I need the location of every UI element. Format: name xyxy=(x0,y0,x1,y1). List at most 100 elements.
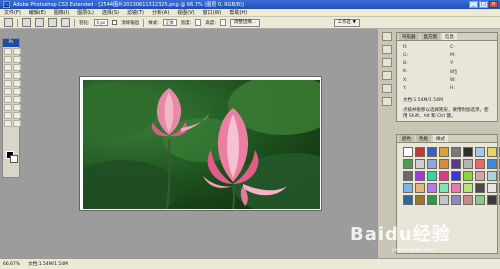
style-swatch[interactable] xyxy=(403,159,413,169)
move-tool-icon[interactable] xyxy=(4,48,12,55)
style-swatch[interactable] xyxy=(403,183,413,193)
style-swatch[interactable] xyxy=(427,147,437,157)
clone-source-panel-icon[interactable] xyxy=(382,97,392,106)
tab-styles[interactable]: 样式 xyxy=(433,135,448,142)
style-swatch[interactable] xyxy=(415,171,425,181)
style-swatch[interactable] xyxy=(463,147,473,157)
style-swatch[interactable] xyxy=(439,195,449,205)
tab-histogram[interactable]: 直方图 xyxy=(420,33,440,40)
style-swatch[interactable] xyxy=(403,147,413,157)
style-swatch[interactable] xyxy=(439,159,449,169)
style-swatch[interactable] xyxy=(475,171,485,181)
history-brush-tool-icon[interactable] xyxy=(13,80,21,87)
menu-image[interactable]: 图像(I) xyxy=(54,9,69,16)
menu-file[interactable]: 文件(F) xyxy=(4,9,21,16)
refine-edge-button[interactable]: 调整边缘... xyxy=(229,18,261,27)
style-swatch[interactable] xyxy=(463,183,473,193)
menu-layer[interactable]: 图层(L) xyxy=(77,9,94,16)
width-input[interactable] xyxy=(195,19,202,26)
eraser-tool-icon[interactable] xyxy=(4,88,12,95)
style-swatch[interactable] xyxy=(451,195,461,205)
style-swatch[interactable] xyxy=(439,171,449,181)
menu-edit[interactable]: 编辑(E) xyxy=(29,9,46,16)
actions-panel-icon[interactable] xyxy=(382,45,392,54)
gradient-tool-icon[interactable] xyxy=(13,88,21,95)
minimize-button[interactable]: _ xyxy=(469,1,478,8)
type-tool-icon[interactable] xyxy=(13,104,21,111)
maximize-button[interactable]: □ xyxy=(479,1,488,8)
style-swatch[interactable] xyxy=(463,159,473,169)
tool-presets-panel-icon[interactable] xyxy=(382,71,392,80)
tab-navigator[interactable]: 导航器 xyxy=(399,33,419,40)
style-swatch[interactable] xyxy=(415,147,425,157)
style-swatch[interactable] xyxy=(427,159,437,169)
style-swatch[interactable] xyxy=(475,183,485,193)
style-swatch[interactable] xyxy=(427,183,437,193)
antialias-checkbox[interactable] xyxy=(112,20,118,25)
pen-tool-icon[interactable] xyxy=(4,104,12,111)
menu-window[interactable]: 窗口(W) xyxy=(203,9,222,16)
new-selection-icon[interactable] xyxy=(22,18,31,27)
menu-view[interactable]: 视图(V) xyxy=(177,9,194,16)
style-swatch[interactable] xyxy=(403,171,413,181)
subtract-selection-icon[interactable] xyxy=(48,18,57,27)
shape-tool-icon[interactable] xyxy=(13,112,21,119)
hand-tool-icon[interactable] xyxy=(4,120,12,127)
background-color-swatch[interactable] xyxy=(10,155,18,163)
feather-input[interactable]: 0 px xyxy=(93,19,109,26)
workspace-button[interactable]: 工作区 ▼ xyxy=(333,19,360,27)
brush-tool-icon[interactable] xyxy=(13,72,21,79)
history-panel-icon[interactable] xyxy=(382,32,392,41)
brushes-panel-icon[interactable] xyxy=(382,58,392,67)
style-swatch[interactable] xyxy=(451,159,461,169)
style-swatch[interactable] xyxy=(451,171,461,181)
style-swatch[interactable] xyxy=(463,195,473,205)
height-input[interactable] xyxy=(219,19,226,26)
style-swatch[interactable] xyxy=(451,183,461,193)
tab-swatches[interactable]: 色板 xyxy=(416,135,431,142)
zoom-tool-icon[interactable] xyxy=(13,120,21,127)
style-swatch[interactable] xyxy=(487,159,497,169)
style-swatch[interactable] xyxy=(415,159,425,169)
style-swatch[interactable] xyxy=(439,183,449,193)
slice-tool-icon[interactable] xyxy=(13,64,21,71)
tab-color[interactable]: 颜色 xyxy=(399,135,414,142)
style-swatch[interactable] xyxy=(427,195,437,205)
style-swatch[interactable] xyxy=(415,195,425,205)
document-info[interactable]: 文档:1.54M/1.54M xyxy=(28,261,68,267)
layer-comps-panel-icon[interactable] xyxy=(382,84,392,93)
lasso-tool-icon[interactable] xyxy=(4,56,12,63)
style-swatch[interactable] xyxy=(487,147,497,157)
healing-brush-tool-icon[interactable] xyxy=(4,72,12,79)
clone-stamp-tool-icon[interactable] xyxy=(4,80,12,87)
menu-analysis[interactable]: 分析(A) xyxy=(152,9,169,16)
document-canvas[interactable] xyxy=(79,76,322,211)
style-swatch[interactable] xyxy=(487,171,497,181)
close-button[interactable]: × xyxy=(489,1,498,8)
style-swatch[interactable] xyxy=(487,195,497,205)
path-select-tool-icon[interactable] xyxy=(4,112,12,119)
style-swatch[interactable] xyxy=(463,171,473,181)
style-swatch[interactable] xyxy=(427,171,437,181)
style-swatch[interactable] xyxy=(415,183,425,193)
menu-select[interactable]: 选择(S) xyxy=(102,9,119,16)
magic-wand-tool-icon[interactable] xyxy=(13,56,21,63)
marquee-tool-icon[interactable] xyxy=(4,18,13,27)
menu-filter[interactable]: 滤镜(T) xyxy=(127,9,144,16)
style-swatch[interactable] xyxy=(475,147,485,157)
style-select[interactable]: 正常 xyxy=(162,19,177,26)
add-selection-icon[interactable] xyxy=(35,18,44,27)
intersect-selection-icon[interactable] xyxy=(61,18,70,27)
style-swatch[interactable] xyxy=(439,147,449,157)
style-swatch[interactable] xyxy=(451,147,461,157)
blur-tool-icon[interactable] xyxy=(4,96,12,103)
style-swatch[interactable] xyxy=(475,159,485,169)
style-swatch[interactable] xyxy=(487,183,497,193)
tab-info[interactable]: 信息 xyxy=(442,33,457,40)
style-swatch[interactable] xyxy=(475,195,485,205)
crop-tool-icon[interactable] xyxy=(4,64,12,71)
zoom-level[interactable]: 66.67% xyxy=(3,262,20,267)
style-swatch[interactable] xyxy=(403,195,413,205)
menu-help[interactable]: 帮助(H) xyxy=(229,9,247,16)
marquee-tool-icon[interactable] xyxy=(13,48,21,55)
